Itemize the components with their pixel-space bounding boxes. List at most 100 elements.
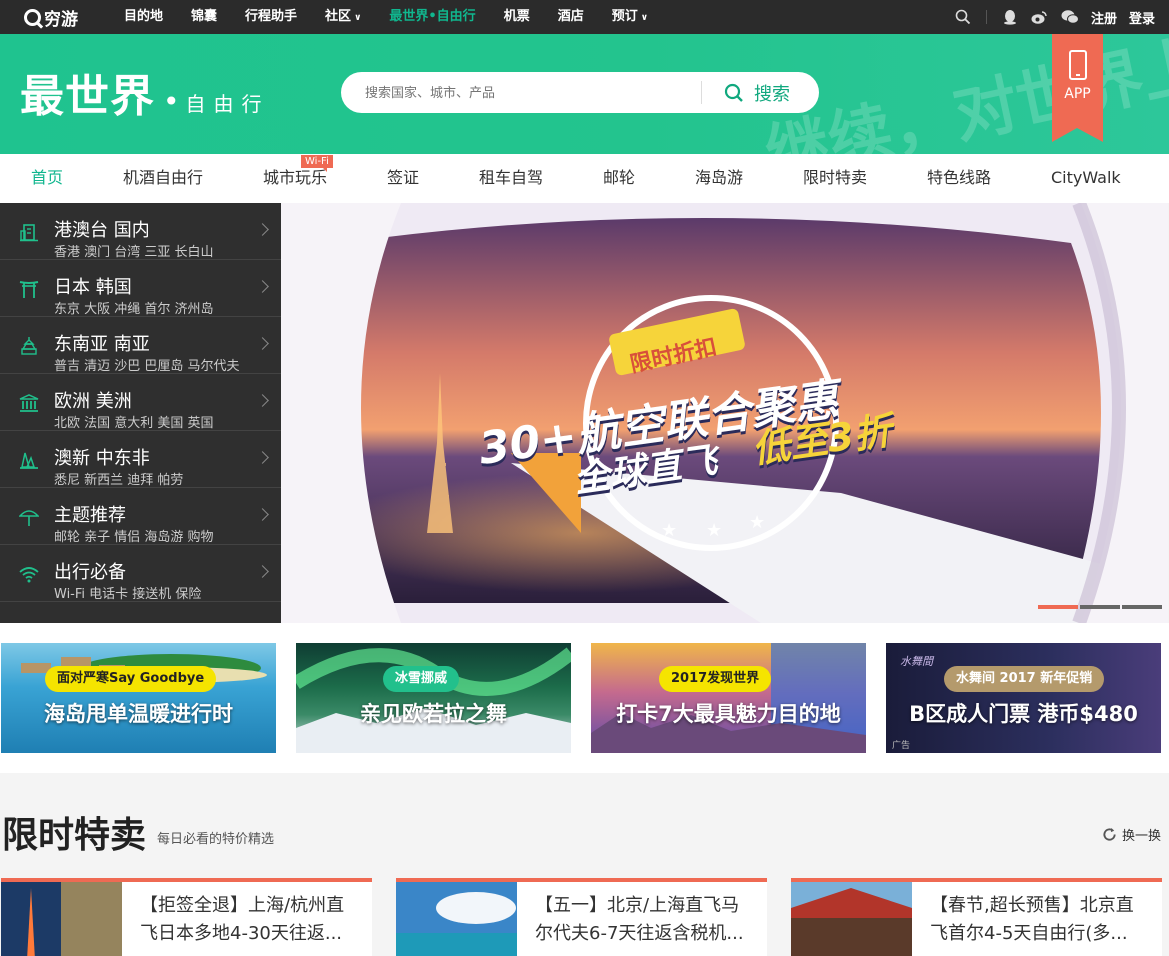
topnav-booking[interactable]: 预订 ∨ bbox=[598, 0, 662, 34]
dancing-water-logo: 水舞間 bbox=[900, 655, 933, 668]
category-title: 欧洲 美洲 bbox=[54, 391, 132, 412]
weibo-icon[interactable] bbox=[1031, 8, 1049, 26]
search-input[interactable] bbox=[365, 72, 695, 113]
category-item-essentials[interactable]: 出行必备 Wi-Fi 电话卡 接送机 保险 bbox=[0, 545, 281, 602]
login-link[interactable]: 登录 bbox=[1129, 8, 1155, 27]
category-item-hk-domestic[interactable]: 港澳台 国内 香港 澳门 台湾 三亚 长白山 bbox=[0, 203, 281, 260]
subnav-island[interactable]: 海岛游 bbox=[695, 154, 743, 201]
category-subtitle: 东京 大阪 冲绳 首尔 济州岛 bbox=[54, 302, 214, 317]
search-icon bbox=[724, 83, 743, 102]
category-item-themes[interactable]: 主题推荐 邮轮 亲子 情侣 海岛游 购物 bbox=[0, 488, 281, 545]
subnav-cruise[interactable]: 邮轮 bbox=[603, 154, 635, 201]
topnav-flights[interactable]: 机票 bbox=[490, 0, 544, 34]
deal-card[interactable]: 【五一】北京/上海直飞马尔代夫6-7天往返含税机... bbox=[396, 878, 767, 956]
subnav-featured-routes[interactable]: 特色线路 bbox=[927, 154, 991, 201]
category-title: 主题推荐 bbox=[54, 505, 126, 526]
search-divider bbox=[701, 81, 702, 104]
wifi-badge: Wi-Fi bbox=[301, 155, 333, 172]
chevron-right-icon bbox=[256, 223, 269, 236]
chevron-right-icon bbox=[256, 280, 269, 293]
category-item-europe-america[interactable]: 欧洲 美洲 北欧 法国 意大利 美国 英国 bbox=[0, 374, 281, 431]
subnav-visa[interactable]: 签证 bbox=[387, 154, 419, 201]
subnav-home[interactable]: 首页 bbox=[31, 154, 63, 201]
building-icon bbox=[20, 224, 38, 242]
promo-title: 海岛甩单温暖进行时 bbox=[44, 702, 233, 726]
svg-text:★: ★ bbox=[749, 512, 765, 533]
category-subtitle: 悉尼 新西兰 迪拜 帕劳 bbox=[54, 473, 184, 488]
topnav-zuishijie[interactable]: 最世界•自由行 bbox=[375, 0, 489, 34]
header-banner: 继续，对世界上瘾 最世界 • 自由行 搜索 APP bbox=[0, 34, 1169, 154]
topnav-community[interactable]: 社区 ∨ bbox=[311, 0, 375, 34]
chevron-right-icon bbox=[256, 337, 269, 350]
search-button[interactable]: 搜索 bbox=[724, 72, 790, 113]
category-title: 港澳台 国内 bbox=[54, 220, 150, 241]
site-logo[interactable]: 穷游 bbox=[24, 6, 78, 30]
promo-tag: 冰雪挪威 bbox=[383, 666, 460, 692]
svg-text:★: ★ bbox=[706, 520, 722, 541]
top-nav: 目的地 锦囊 行程助手 社区 ∨ 最世界•自由行 机票 酒店 预订 ∨ bbox=[110, 0, 662, 34]
category-title: 澳新 中东非 bbox=[54, 448, 150, 469]
chevron-right-icon bbox=[256, 394, 269, 407]
deal-card[interactable]: 【拒签全退】上海/杭州直飞日本多地4-30天往返... bbox=[1, 878, 372, 956]
logo-q-icon bbox=[24, 8, 41, 26]
svg-text:★: ★ bbox=[661, 520, 677, 541]
deal-thumbnail bbox=[791, 882, 912, 956]
ad-label: 广告 bbox=[892, 741, 911, 751]
divider bbox=[985, 10, 987, 24]
promo-tag: 2017发现世界 bbox=[659, 666, 772, 692]
wifi-icon bbox=[19, 567, 39, 583]
phone-icon bbox=[1068, 50, 1087, 80]
register-link[interactable]: 注册 bbox=[1091, 8, 1117, 27]
topnav-guides[interactable]: 锦囊 bbox=[177, 0, 231, 34]
promo-tile-aurora[interactable]: 冰雪挪威 亲见欧若拉之舞 bbox=[296, 643, 571, 753]
category-subtitle: 香港 澳门 台湾 三亚 长白山 bbox=[54, 245, 214, 260]
category-title: 日本 韩国 bbox=[54, 277, 132, 298]
subnav-flash-sale[interactable]: 限时特卖 bbox=[803, 154, 867, 201]
category-title: 东南亚 南亚 bbox=[54, 334, 150, 355]
promo-tile-dancing-water[interactable]: 水舞間 水舞间 2017 新年促销 B区成人门票 港币$480 广告 bbox=[886, 643, 1161, 753]
promo-title: 亲见欧若拉之舞 bbox=[360, 702, 507, 726]
topnav-destination[interactable]: 目的地 bbox=[110, 0, 177, 34]
pagoda-icon bbox=[21, 337, 37, 355]
deal-thumbnail bbox=[396, 882, 517, 956]
category-item-japan-korea[interactable]: 日本 韩国 东京 大阪 冲绳 首尔 济州岛 bbox=[0, 260, 281, 317]
promo-strip: 面对严寒Say Goodbye 海岛甩单温暖进行时 冰雪挪威 亲见欧若拉之舞 2… bbox=[0, 623, 1169, 773]
wechat-icon[interactable] bbox=[1061, 8, 1079, 26]
topnav-hotels[interactable]: 酒店 bbox=[544, 0, 598, 34]
carousel-dot[interactable] bbox=[1080, 605, 1120, 609]
category-subtitle: 普吉 清迈 沙巴 巴厘岛 马尔代夫 bbox=[54, 359, 240, 374]
promo-tile-destinations[interactable]: 2017发现世界 打卡7大最具魅力目的地 bbox=[591, 643, 866, 753]
promo-tag: 面对严寒Say Goodbye bbox=[45, 666, 217, 692]
section-subtitle: 每日必看的特价精选 bbox=[157, 832, 275, 847]
carousel-dot[interactable] bbox=[1038, 605, 1078, 609]
search-icon[interactable] bbox=[954, 8, 972, 26]
hero-carousel[interactable]: ★ ★ ★ 限时折扣 30+航空联合聚惠 全球直飞 低至3折 bbox=[281, 203, 1168, 623]
umbrella-icon bbox=[19, 510, 39, 526]
chevron-down-icon: ∨ bbox=[354, 13, 362, 23]
deal-title: 【拒签全退】上海/杭州直飞日本多地4-30天往返... bbox=[140, 895, 345, 944]
carousel-dot[interactable] bbox=[1122, 605, 1162, 609]
category-subtitle: 邮轮 亲子 情侣 海岛游 购物 bbox=[54, 530, 214, 545]
top-bar: 穷游 目的地 锦囊 行程助手 社区 ∨ 最世界•自由行 机票 酒店 预订 ∨ 注册 … bbox=[0, 0, 1169, 34]
refresh-button[interactable]: 换一换 bbox=[1102, 825, 1161, 844]
category-item-southeast-asia[interactable]: 东南亚 南亚 普吉 清迈 沙巴 巴厘岛 马尔代夫 bbox=[0, 317, 281, 374]
columns-icon bbox=[19, 394, 39, 412]
carousel-indicators bbox=[1036, 605, 1162, 609]
category-item-oceania-mideast[interactable]: 澳新 中东非 悉尼 新西兰 迪拜 帕劳 bbox=[0, 431, 281, 488]
promo-tile-islands[interactable]: 面对严寒Say Goodbye 海岛甩单温暖进行时 bbox=[1, 643, 276, 753]
promo-tag: 水舞间 2017 新年促销 bbox=[944, 666, 1105, 692]
subnav-car-rental[interactable]: 租车自驾 bbox=[479, 154, 543, 201]
chevron-right-icon bbox=[256, 451, 269, 464]
category-subtitle: Wi-Fi 电话卡 接送机 保险 bbox=[54, 587, 202, 602]
qq-icon[interactable] bbox=[1001, 8, 1019, 26]
category-subtitle: 北欧 法国 意大利 美国 英国 bbox=[54, 416, 214, 431]
section-title: 限时特卖 bbox=[2, 814, 147, 856]
deal-card[interactable]: 【春节,超长预售】北京直飞首尔4-5天自由行(多... bbox=[791, 878, 1162, 956]
brand-logo[interactable]: 最世界 • 自由行 bbox=[20, 60, 270, 124]
subnav-citywalk[interactable]: CityWalk bbox=[1051, 154, 1121, 201]
app-download-button[interactable]: APP bbox=[1052, 34, 1103, 142]
topnav-planner[interactable]: 行程助手 bbox=[231, 0, 311, 34]
deal-title: 【五一】北京/上海直飞马尔代夫6-7天往返含税机... bbox=[535, 895, 744, 944]
category-menu: 港澳台 国内 香港 澳门 台湾 三亚 长白山 日本 韩国 东京 大阪 冲绳 首尔… bbox=[0, 203, 281, 623]
subnav-flight-hotel[interactable]: 机酒自由行 bbox=[123, 154, 203, 201]
